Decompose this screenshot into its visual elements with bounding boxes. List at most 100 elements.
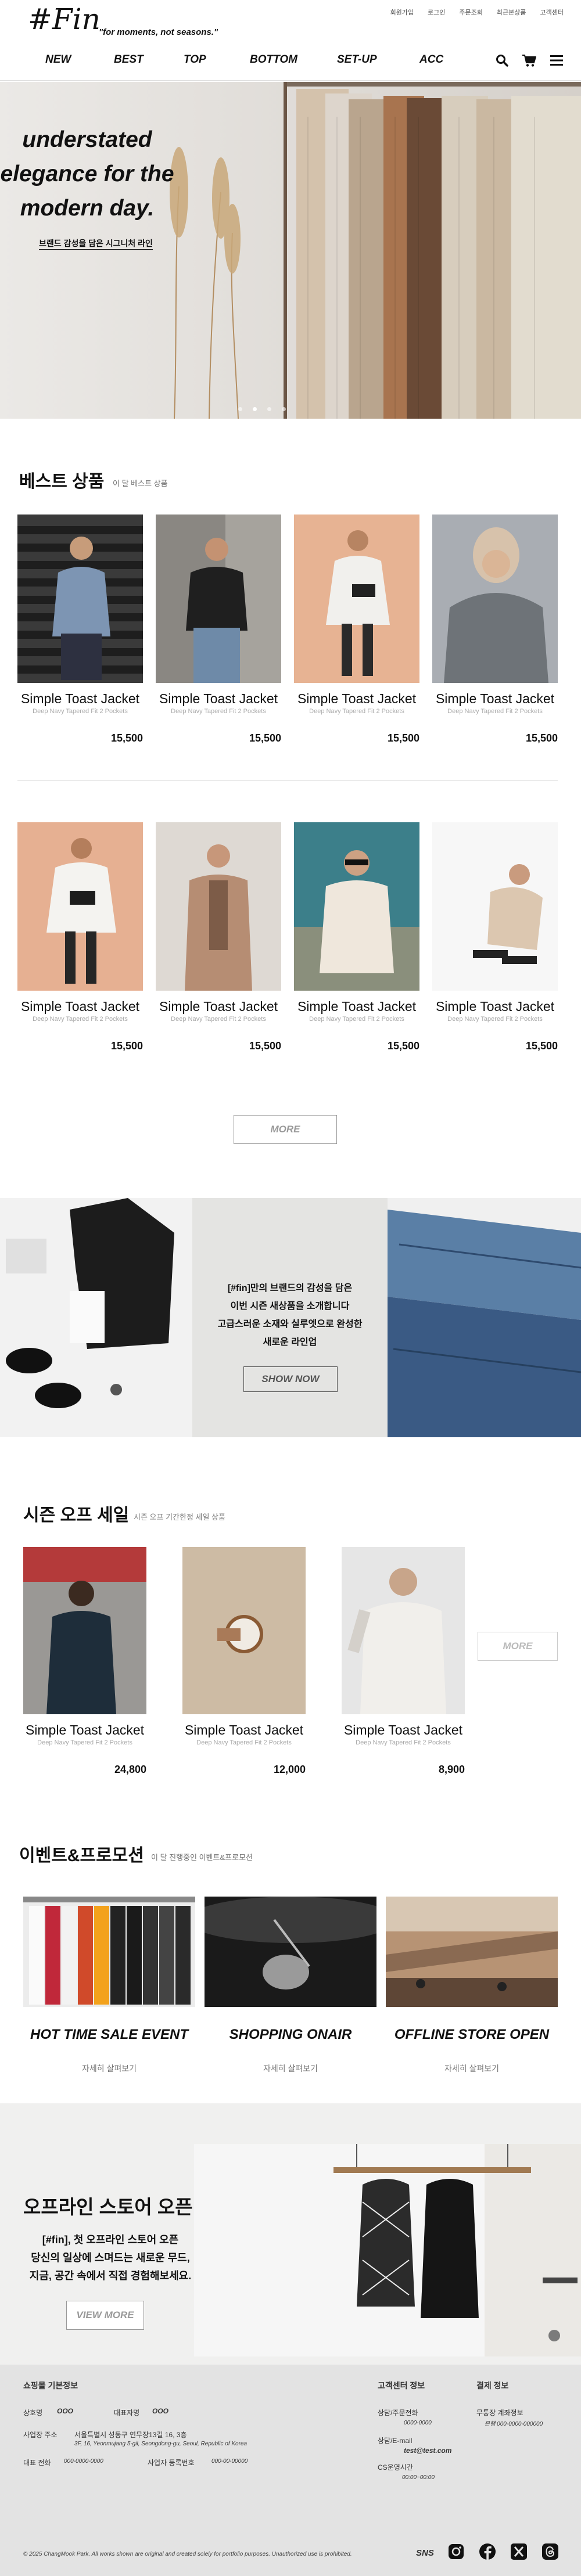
slider-dot-active[interactable] [253, 407, 257, 411]
hero-subtitle[interactable]: 브랜드 감성을 담은 시그니처 라인 [0, 238, 192, 250]
nav-item-acc[interactable]: ACC [419, 53, 443, 66]
product-card[interactable]: Simple Toast Jacket Deep Navy Tapered Fi… [294, 822, 419, 1052]
best-more-button[interactable]: MORE [234, 1115, 337, 1144]
product-name[interactable]: Simple Toast Jacket [23, 1722, 146, 1738]
product-image[interactable] [17, 515, 143, 683]
best-section-title: 베스트 상품 [19, 472, 105, 491]
sale-section-subtitle: 시즌 오프 기간한정 세일 상품 [134, 1513, 225, 1521]
footer-bizno-value: 000-00-00000 [211, 2458, 248, 2465]
event-title[interactable]: HOT TIME SALE EVENT [23, 2027, 195, 2043]
offline-title: 오프라인 스토어 오픈 [23, 2196, 193, 2218]
footer-pay-account-value: 은행 000-0000-000000 [485, 2421, 543, 2427]
event-image[interactable] [23, 1897, 195, 2007]
sale-product-card[interactable]: Simple Toast Jacket Deep Navy Tapered Fi… [342, 1547, 465, 1776]
product-price: 15,500 [110, 1040, 143, 1052]
util-link-orders[interactable]: 주문조회 [459, 8, 482, 17]
show-now-button[interactable]: SHOW NOW [243, 1366, 338, 1392]
event-image[interactable] [205, 1897, 376, 2007]
menu-icon[interactable] [550, 54, 564, 70]
utility-links: 회원가입 로그인 주문조회 최근본상품 고객센터 [390, 8, 564, 17]
util-link-support[interactable]: 고객센터 [540, 8, 564, 17]
search-icon[interactable] [495, 53, 509, 70]
footer-ceo-label: 대표자명 [114, 2409, 140, 2417]
product-name[interactable]: Simple Toast Jacket [294, 999, 419, 1014]
nav-item-setup[interactable]: SET-UP [337, 53, 377, 66]
offline-store-section: 오프라인 스토어 오픈 [#fin], 첫 오프라인 스토어 오픈 당신의 일상… [0, 2103, 581, 2365]
events-section-title: 이벤트&프로모션 [19, 1846, 144, 1865]
product-name[interactable]: Simple Toast Jacket [17, 999, 143, 1014]
product-image[interactable] [156, 515, 281, 683]
product-name[interactable]: Simple Toast Jacket [156, 999, 281, 1014]
slider-dot[interactable] [267, 407, 271, 411]
threads-icon[interactable] [541, 2543, 559, 2560]
product-image[interactable] [156, 822, 281, 991]
product-card[interactable]: Simple Toast Jacket Deep Navy Tapered Fi… [156, 515, 281, 744]
x-icon[interactable] [510, 2543, 528, 2560]
product-card[interactable]: Simple Toast Jacket Deep Navy Tapered Fi… [17, 515, 143, 744]
product-image[interactable] [432, 822, 558, 991]
product-desc: Deep Navy Tapered Fit 2 Pockets [309, 708, 404, 715]
footer-pay-title: 결제 정보 [476, 2381, 509, 2390]
product-image[interactable] [432, 515, 558, 683]
event-card[interactable]: SHOPPING ONAIR 자세히 살펴보기 [205, 1897, 376, 2074]
hero-banner[interactable]: understated elegance for the modern day.… [0, 82, 581, 419]
footer-phone-value: 000-0000-0000 [64, 2458, 103, 2465]
product-name[interactable]: Simple Toast Jacket [342, 1722, 465, 1738]
product-name[interactable]: Simple Toast Jacket [17, 691, 143, 707]
view-more-button[interactable]: VIEW MORE [66, 2301, 144, 2330]
footer-cs-email-value[interactable]: test@test.com [404, 2447, 451, 2455]
product-card[interactable]: Simple Toast Jacket Deep Navy Tapered Fi… [156, 822, 281, 1052]
product-price: 12,000 [273, 1764, 306, 1775]
util-link-login[interactable]: 로그인 [428, 8, 445, 17]
logo[interactable]: #Fin [28, 2, 101, 36]
product-desc: Deep Navy Tapered Fit 2 Pockets [33, 708, 128, 715]
event-card[interactable]: OFFLINE STORE OPEN 자세히 살펴보기 [386, 1897, 558, 2074]
sale-product-card[interactable]: Simple Toast Jacket Deep Navy Tapered Fi… [182, 1547, 306, 1776]
product-image[interactable] [342, 1547, 465, 1714]
banner-text-panel: [#fin]만의 브랜드의 감성을 담은 이번 시즌 새상품을 소개합니다 고급… [192, 1198, 388, 1437]
product-card[interactable]: Simple Toast Jacket Deep Navy Tapered Fi… [432, 822, 558, 1052]
product-image[interactable] [23, 1547, 146, 1714]
product-image[interactable] [294, 515, 419, 683]
nav-item-new[interactable]: NEW [45, 53, 71, 66]
event-title[interactable]: OFFLINE STORE OPEN [386, 2027, 558, 2043]
product-price: 15,500 [249, 1040, 281, 1052]
util-link-recent[interactable]: 최근본상품 [497, 8, 526, 17]
product-name[interactable]: Simple Toast Jacket [432, 691, 558, 707]
sale-more-button[interactable]: MORE [478, 1632, 558, 1661]
footer-pay-account-label: 무통장 계좌정보 [476, 2409, 523, 2417]
slider-dot[interactable] [238, 407, 242, 411]
product-name[interactable]: Simple Toast Jacket [294, 691, 419, 707]
product-image[interactable] [294, 822, 419, 991]
banner-line-1: [#fin]만의 브랜드의 감성을 담은 [227, 1283, 353, 1293]
footer-address-en: 3F, 16, Yeonmujang 5-gil, Seongdong-gu, … [74, 2441, 248, 2447]
product-image[interactable] [182, 1547, 306, 1714]
nav-item-top[interactable]: TOP [184, 53, 206, 66]
event-link[interactable]: 자세히 살펴보기 [386, 2063, 558, 2074]
sale-product-card[interactable]: Simple Toast Jacket Deep Navy Tapered Fi… [23, 1547, 146, 1776]
sale-section-title: 시즌 오프 세일 [23, 1506, 130, 1525]
offline-line-2: 당신의 일상에 스며드는 새로운 무드, [31, 2252, 190, 2264]
event-link[interactable]: 자세히 살펴보기 [23, 2063, 195, 2074]
product-image[interactable] [17, 822, 143, 991]
product-name[interactable]: Simple Toast Jacket [156, 691, 281, 707]
event-title[interactable]: SHOPPING ONAIR [205, 2027, 376, 2043]
instagram-icon[interactable] [447, 2543, 465, 2560]
nav-item-bottom[interactable]: BOTTOM [250, 53, 297, 66]
product-name[interactable]: Simple Toast Jacket [432, 999, 558, 1014]
event-card[interactable]: HOT TIME SALE EVENT 자세히 살펴보기 [23, 1897, 195, 2074]
footer-cs-hours-label: CS운영시간 [378, 2463, 413, 2471]
product-price: 8,900 [438, 1764, 465, 1775]
util-link-signup[interactable]: 회원가입 [390, 8, 414, 17]
product-name[interactable]: Simple Toast Jacket [182, 1722, 306, 1738]
cart-icon[interactable] [522, 53, 537, 70]
banner-image-right [388, 1198, 581, 1437]
event-image[interactable] [386, 1897, 558, 2007]
event-link[interactable]: 자세히 살펴보기 [205, 2063, 376, 2074]
nav-item-best[interactable]: BEST [114, 53, 144, 66]
slider-dot[interactable] [282, 407, 286, 411]
facebook-icon[interactable] [479, 2543, 496, 2560]
product-card[interactable]: Simple Toast Jacket Deep Navy Tapered Fi… [294, 515, 419, 744]
product-card[interactable]: Simple Toast Jacket Deep Navy Tapered Fi… [432, 515, 558, 744]
product-card[interactable]: Simple Toast Jacket Deep Navy Tapered Fi… [17, 822, 143, 1052]
